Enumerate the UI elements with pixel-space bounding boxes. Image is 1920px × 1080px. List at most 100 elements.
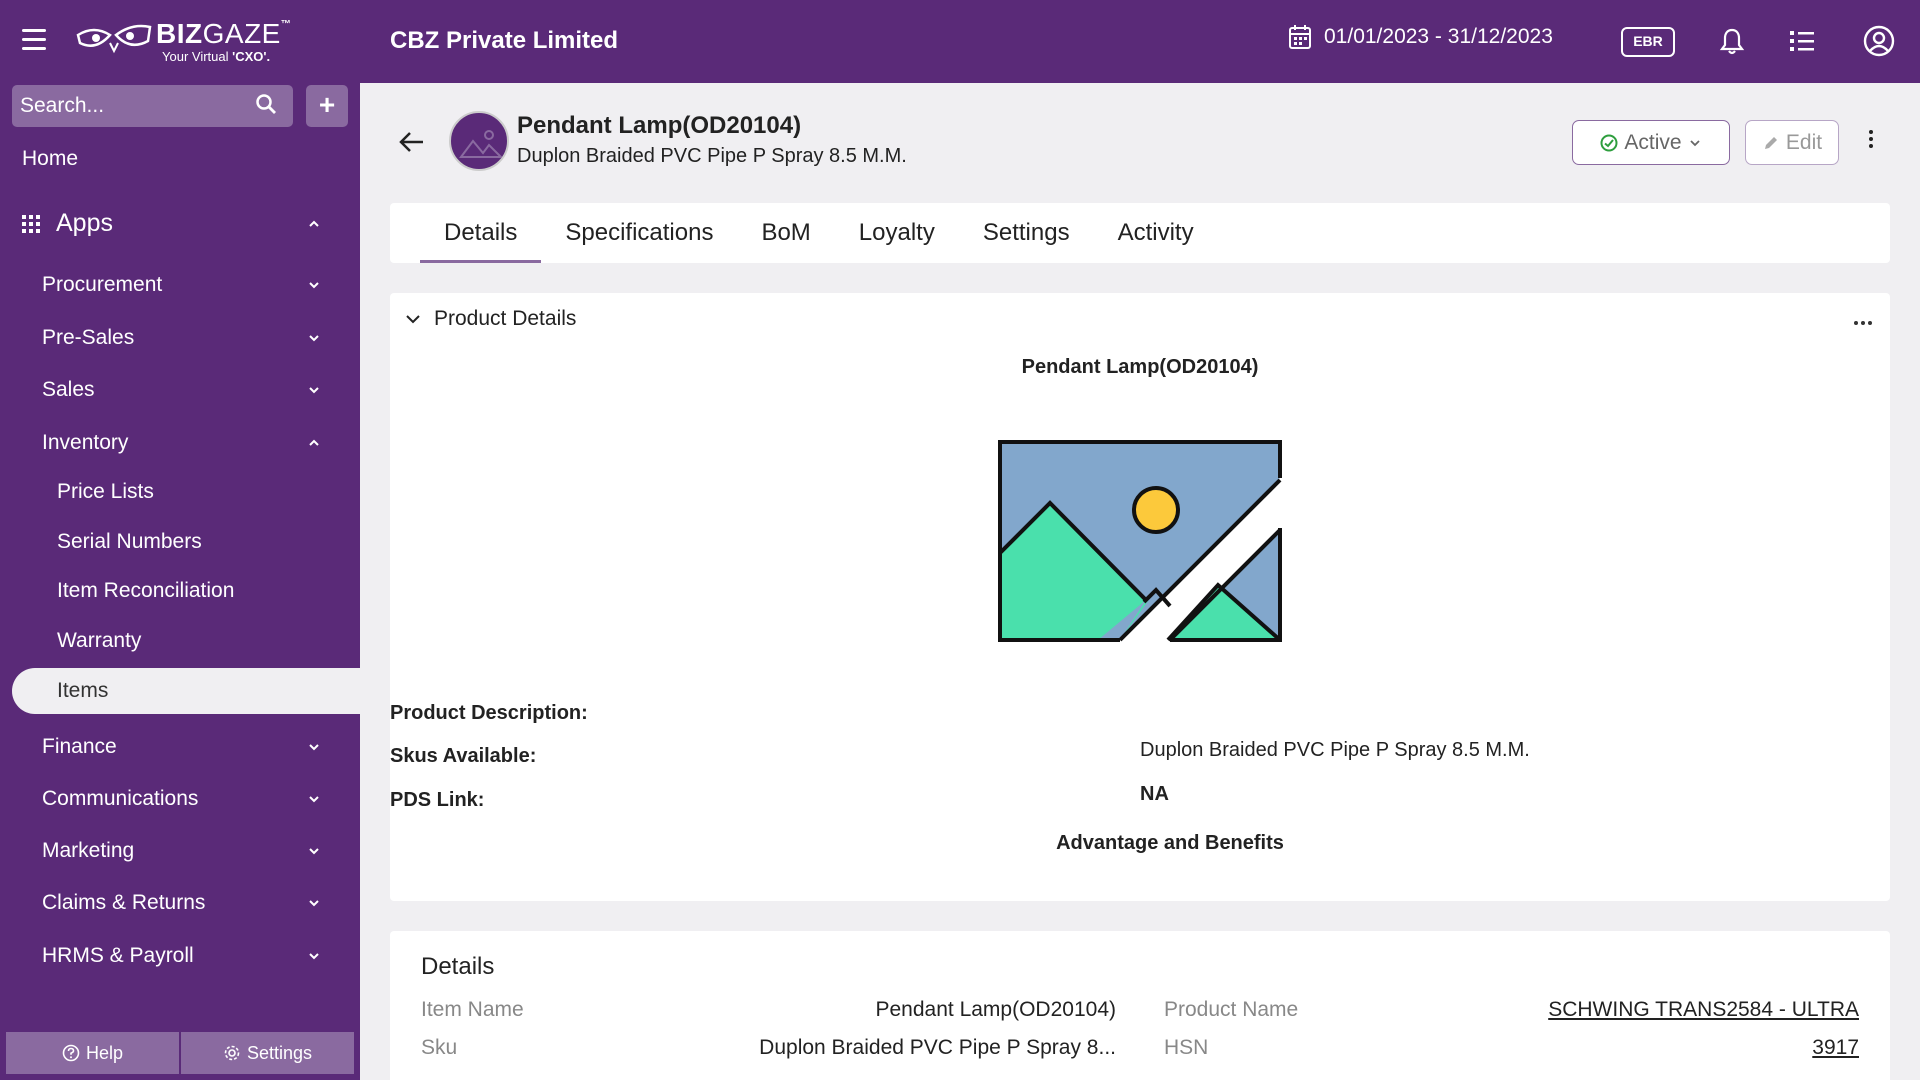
product-details-heading: Product Details (434, 307, 577, 330)
product-details-card: Product Details Pendant Lamp(OD20104) Pr… (390, 293, 1890, 901)
nav-claims-returns[interactable]: Claims & Returns (42, 891, 342, 915)
hsn-link[interactable]: 3917 (1812, 1036, 1859, 1060)
tab-bar: Details Specifications BoM Loyalty Setti… (390, 203, 1890, 263)
check-circle-icon (1600, 134, 1618, 151)
nav-apps[interactable]: Apps (22, 209, 342, 238)
hsn-label: HSN (1164, 1036, 1209, 1059)
nav-hrms-payroll[interactable]: HRMS & Payroll (42, 944, 342, 968)
nav-procurement-label: Procurement (42, 273, 163, 296)
chevron-down-icon (309, 387, 319, 394)
nav-serial-numbers[interactable]: Serial Numbers (57, 530, 202, 554)
ebr-button[interactable]: EBR (1621, 27, 1675, 57)
pds-link-value: NA (1140, 783, 1169, 805)
tab-settings[interactable]: Settings (959, 203, 1094, 263)
more-options-icon[interactable] (1866, 130, 1876, 154)
product-name-label: Product Name (1164, 998, 1299, 1021)
user-circle-icon[interactable] (1862, 24, 1896, 58)
company-name: CBZ Private Limited (390, 27, 619, 54)
pencil-icon (1764, 136, 1777, 149)
more-horizontal-icon[interactable] (1854, 321, 1872, 325)
nav-inventory-label: Inventory (42, 431, 129, 454)
chevron-down-icon (309, 744, 319, 751)
advantages-heading: Advantage and Benefits (1056, 832, 1284, 854)
sidebar: + Home Apps Procurement Pre-Sales Sales … (0, 83, 360, 1080)
date-range-picker[interactable]: 01/01/2023 - 31/12/2023 (1288, 24, 1553, 50)
edit-label: Edit (1785, 130, 1823, 154)
chevron-down-icon (309, 848, 319, 855)
nav-finance-label: Finance (42, 735, 117, 758)
nav-sales-label: Sales (42, 378, 95, 401)
sku-label: Sku (421, 1036, 458, 1059)
help-button[interactable]: Help (6, 1032, 179, 1074)
product-details-toggle[interactable]: Product Details (404, 307, 576, 331)
calendar-icon (1289, 25, 1311, 49)
nav-claims-returns-label: Claims & Returns (42, 891, 206, 914)
chevron-up-icon (309, 439, 319, 446)
item-avatar (449, 111, 509, 171)
status-label: Active (1624, 130, 1682, 154)
status-dropdown[interactable]: Active (1572, 120, 1730, 165)
nav-finance[interactable]: Finance (42, 735, 342, 759)
skus-available-value: Duplon Braided PVC Pipe P Spray 8.5 M.M. (1140, 739, 1530, 761)
nav-marketing-label: Marketing (42, 839, 135, 862)
image-placeholder-icon (459, 130, 504, 158)
chevron-down-icon (309, 335, 319, 342)
nav-communications-label: Communications (42, 787, 199, 810)
settings-button[interactable]: Settings (181, 1032, 354, 1074)
skus-available-label: Skus Available: (390, 745, 537, 767)
nav-price-lists[interactable]: Price Lists (57, 480, 154, 504)
sidebar-footer: Help Settings (6, 1032, 354, 1074)
date-range-text: 01/01/2023 - 31/12/2023 (1324, 25, 1553, 48)
nav-sales[interactable]: Sales (42, 378, 342, 402)
nav-apps-label: Apps (56, 209, 113, 237)
search-input[interactable] (12, 85, 293, 127)
top-bar: BIZGAZE™ Your Virtual 'CXO'. CBZ Private… (0, 0, 1920, 83)
nav-marketing[interactable]: Marketing (42, 839, 342, 863)
apps-grid-icon (22, 214, 40, 233)
chevron-up-icon (309, 220, 319, 227)
menu-icon[interactable] (22, 29, 46, 51)
help-label: Help (85, 1042, 124, 1063)
logo[interactable]: BIZGAZE™ Your Virtual 'CXO'. (74, 14, 291, 68)
gear-icon (224, 1045, 240, 1061)
tab-loyalty[interactable]: Loyalty (835, 203, 959, 263)
chevron-down-icon (309, 953, 319, 960)
nav-item-reconciliation[interactable]: Item Reconciliation (57, 579, 234, 603)
bell-icon[interactable] (1715, 24, 1749, 58)
search-icon[interactable] (255, 93, 277, 115)
nav-inventory[interactable]: Inventory (42, 431, 342, 455)
page-subtitle: Duplon Braided PVC Pipe P Spray 8.5 M.M. (517, 145, 907, 167)
product-name-link[interactable]: SCHWING TRANS2584 - ULTRA (1548, 998, 1859, 1022)
list-icon[interactable] (1785, 24, 1819, 58)
settings-label: Settings (246, 1042, 313, 1063)
tab-specifications[interactable]: Specifications (541, 203, 737, 263)
image-placeholder-icon (998, 440, 1282, 642)
tab-activity[interactable]: Activity (1094, 203, 1218, 263)
chevron-down-icon (309, 282, 319, 289)
nav-procurement[interactable]: Procurement (42, 273, 342, 297)
nav-items-active[interactable]: Items (12, 668, 360, 714)
tab-details[interactable]: Details (390, 203, 542, 263)
details-heading: Details (421, 953, 495, 980)
nav-hrms-payroll-label: HRMS & Payroll (42, 944, 194, 967)
nav-communications[interactable]: Communications (42, 787, 342, 811)
page-title: Pendant Lamp(OD20104) (517, 112, 802, 139)
chevron-down-icon (406, 315, 420, 324)
details-card: Details Item Name Pendant Lamp(OD20104) … (390, 931, 1890, 1080)
back-arrow-icon[interactable] (398, 130, 426, 154)
chevron-down-icon (1689, 139, 1700, 146)
item-name-label: Item Name (421, 998, 524, 1021)
edit-button[interactable]: Edit (1745, 120, 1839, 165)
nav-home[interactable]: Home (22, 147, 78, 171)
nav-warranty[interactable]: Warranty (57, 629, 141, 653)
tab-bom[interactable]: BoM (737, 203, 834, 263)
nav-pre-sales[interactable]: Pre-Sales (42, 326, 342, 350)
add-button[interactable]: + (306, 85, 348, 127)
pds-link-label: PDS Link: (390, 789, 485, 811)
product-description-label: Product Description: (390, 702, 588, 724)
logo-owl-icon (76, 24, 152, 54)
chevron-down-icon (309, 796, 319, 803)
chevron-down-icon (309, 900, 319, 907)
product-title: Pendant Lamp(OD20104) (1021, 356, 1259, 378)
sku-value: Duplon Braided PVC Pipe P Spray 8... (759, 1036, 1116, 1059)
